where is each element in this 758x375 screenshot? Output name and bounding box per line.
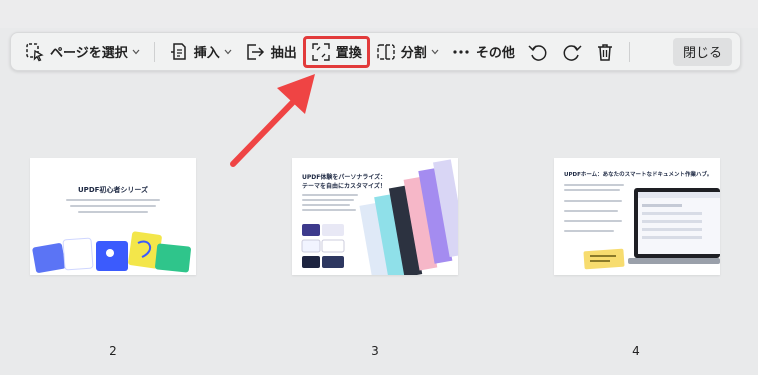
annotation-arrow — [230, 74, 315, 167]
more-dots-icon — [453, 49, 469, 54]
laptop-illustration — [583, 188, 720, 270]
rotate-left-icon — [528, 44, 547, 61]
toolbar-divider — [153, 41, 155, 62]
page-thumbnail-3[interactable]: UPDF体験をパーソナライズ： テーマを自由にカスタマイズ！ — [292, 158, 458, 275]
split-button[interactable]: 分割 — [370, 37, 445, 67]
select-page-button[interactable]: ページを選択 — [19, 37, 146, 67]
insert-page-icon — [170, 42, 186, 60]
page-number-3: 3 — [371, 344, 379, 358]
select-pointer-icon — [26, 42, 44, 61]
replace-label: 置換 — [335, 46, 362, 61]
page-number-2: 2 — [109, 344, 117, 358]
extract-label: 抽出 — [270, 46, 297, 61]
text-line — [66, 199, 160, 201]
extract-button[interactable]: 抽出 — [238, 37, 303, 67]
text-line — [78, 211, 148, 213]
more-button[interactable]: その他 — [445, 37, 521, 67]
rotate-right-icon — [563, 44, 582, 61]
page-number-4: 4 — [632, 344, 640, 358]
page-thumbnail-4[interactable]: UPDFホーム：あなたのスマートなドキュメント作業ハブ。 — [554, 158, 720, 275]
window-top-strip — [0, 0, 758, 28]
close-button[interactable]: 閉じる — [672, 37, 732, 66]
rotate-left-button[interactable] — [521, 37, 555, 67]
toolbar-divider — [628, 41, 630, 62]
chevron-down-icon — [431, 49, 439, 54]
split-icon — [377, 43, 395, 60]
extract-page-icon — [247, 43, 264, 60]
theme-swatches-illustration — [301, 159, 458, 275]
page-organize-toolbar: ページを選択 挿入 抽出 置換 分割 その他 閉じる — [10, 32, 741, 71]
chevron-down-icon — [132, 49, 140, 54]
select-page-label: ページを選択 — [50, 46, 128, 61]
trash-icon — [597, 43, 612, 61]
replace-button[interactable]: 置換 — [302, 35, 370, 68]
insert-button[interactable]: 挿入 — [163, 37, 238, 67]
delete-button[interactable] — [589, 37, 621, 67]
text-line — [70, 205, 156, 207]
rotate-right-button[interactable] — [555, 37, 589, 67]
illustration-cards — [32, 231, 191, 273]
more-label: その他 — [475, 46, 515, 61]
page-thumbnail-2[interactable]: UPDF初心者シリーズ — [30, 158, 196, 275]
chevron-down-icon — [224, 49, 232, 54]
insert-label: 挿入 — [193, 46, 220, 61]
replace-icon — [312, 42, 330, 61]
page-2-title: UPDF初心者シリーズ — [78, 186, 149, 194]
split-label: 分割 — [400, 46, 427, 61]
